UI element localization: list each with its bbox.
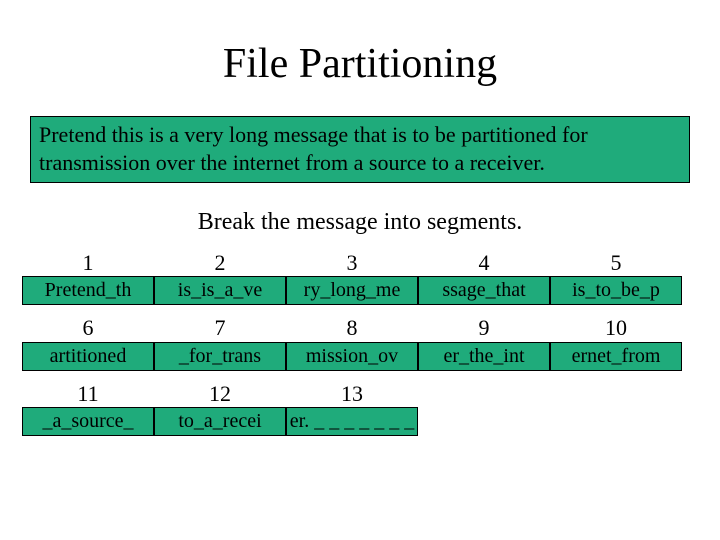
- full-message-box: Pretend this is a very long message that…: [30, 116, 690, 183]
- segment-number: 11: [22, 381, 154, 407]
- segment: 1 Pretend_th: [22, 250, 154, 305]
- segment: 5 is_to_be_p: [550, 250, 682, 305]
- segment-number: 8: [286, 315, 418, 341]
- segment: 10 ernet_from: [550, 315, 682, 370]
- segment: 13 er. _ _ _ _ _ _ _: [286, 381, 418, 436]
- segment-number: 2: [154, 250, 286, 276]
- segment-number: 3: [286, 250, 418, 276]
- segment-number: 1: [22, 250, 154, 276]
- segment-number: 7: [154, 315, 286, 341]
- segment: 7 _for_trans: [154, 315, 286, 370]
- segment-number: 6: [22, 315, 154, 341]
- segment: 8 mission_ov: [286, 315, 418, 370]
- segment-text: ernet_from: [550, 342, 682, 371]
- segment: 9 er_the_int: [418, 315, 550, 370]
- segment-number: 10: [550, 315, 682, 341]
- segment-text: mission_ov: [286, 342, 418, 371]
- slide-title: File Partitioning: [0, 40, 720, 88]
- segment-text: er. _ _ _ _ _ _ _: [286, 407, 418, 436]
- segment-text: _a_source_: [22, 407, 154, 436]
- segment-text: ry_long_me: [286, 276, 418, 305]
- subtitle: Break the message into segments.: [0, 209, 720, 236]
- segment-text: _for_trans: [154, 342, 286, 371]
- segments-container: 1 Pretend_th 2 is_is_a_ve 3 ry_long_me 4…: [22, 250, 698, 446]
- segment: 11 _a_source_: [22, 381, 154, 436]
- segment: 3 ry_long_me: [286, 250, 418, 305]
- segment-text: artitioned: [22, 342, 154, 371]
- segment-number: 13: [286, 381, 418, 407]
- segment-number: 12: [154, 381, 286, 407]
- segment-text: er_the_int: [418, 342, 550, 371]
- segment-text: to_a_recei: [154, 407, 286, 436]
- segment: 4 ssage_that: [418, 250, 550, 305]
- segment: 6 artitioned: [22, 315, 154, 370]
- segment: 12 to_a_recei: [154, 381, 286, 436]
- segment-number: 9: [418, 315, 550, 341]
- segment-text: is_to_be_p: [550, 276, 682, 305]
- segment-text: is_is_a_ve: [154, 276, 286, 305]
- segment: 2 is_is_a_ve: [154, 250, 286, 305]
- segment-text: Pretend_th: [22, 276, 154, 305]
- segment-number: 4: [418, 250, 550, 276]
- slide: File Partitioning Pretend this is a very…: [0, 0, 720, 540]
- segment-text: ssage_that: [418, 276, 550, 305]
- segment-number: 5: [550, 250, 682, 276]
